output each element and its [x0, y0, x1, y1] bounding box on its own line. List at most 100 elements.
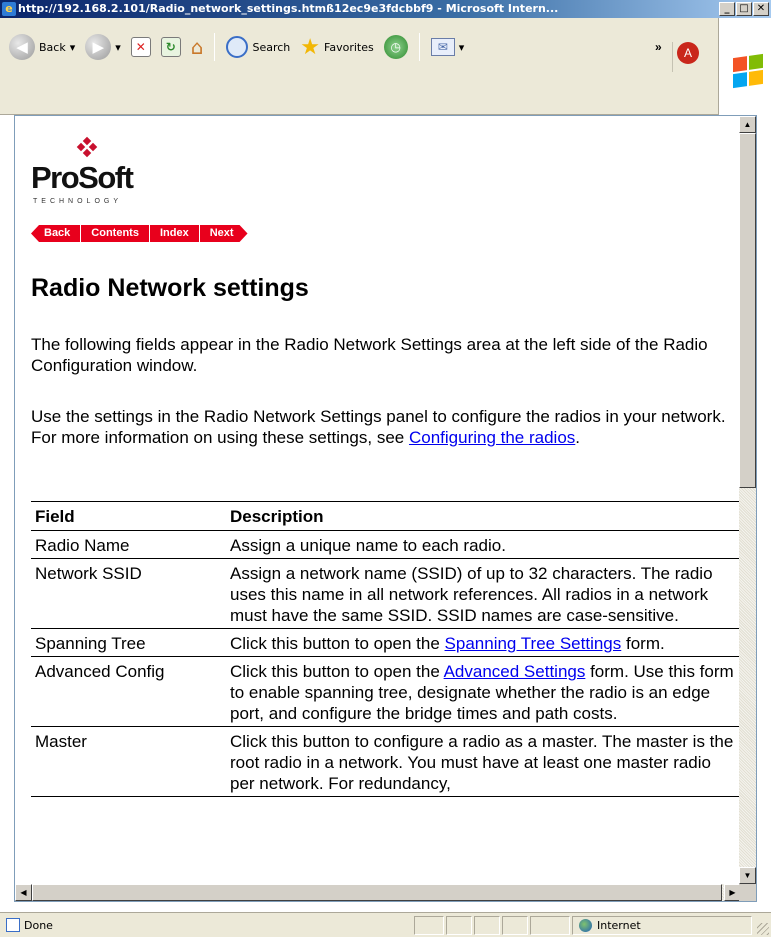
content-frame: ProSoft TECHNOLOGY Back Contents Index N… [14, 115, 757, 902]
back-button[interactable]: ◀ Back ▾ [6, 32, 78, 62]
forward-button[interactable]: ▶ ▾ [82, 32, 124, 62]
configuring-radios-link[interactable]: Configuring the radios [409, 428, 575, 447]
description-cell: Click this button to open the Spanning T… [226, 628, 741, 657]
dropdown-arrow-icon[interactable]: ▾ [70, 41, 76, 54]
stop-button[interactable]: ✕ [128, 35, 154, 59]
intro-paragraph: The following fields appear in the Radio… [31, 335, 708, 375]
search-label: Search [252, 40, 291, 54]
description-cell: Assign a network name (SSID) of up to 32… [226, 558, 741, 629]
scroll-up-button[interactable]: ▲ [739, 116, 756, 133]
back-label: Back [39, 40, 66, 54]
favorites-button[interactable]: ★ Favorites [297, 33, 376, 62]
logo-word: ProSoft [31, 160, 134, 195]
field-cell: Master [31, 726, 226, 797]
home-button[interactable]: ⌂ [188, 33, 207, 61]
security-zone[interactable]: Internet [572, 916, 752, 935]
usage-text: Use the settings in the Radio Network Se… [31, 407, 726, 447]
status-bar: Done Internet [0, 912, 771, 937]
windows-logo [718, 18, 771, 115]
history-icon: ◷ [383, 35, 408, 59]
prosoft-logo: ProSoft TECHNOLOGY [31, 136, 181, 208]
mail-icon: ✉ [430, 38, 455, 56]
nav-next-button[interactable]: Next [200, 225, 248, 242]
zone-label: Internet [597, 919, 641, 932]
description-text: form. [621, 634, 665, 653]
nav-contents-button[interactable]: Contents [81, 225, 150, 242]
window-title: http://192.168.2.101/Radio_network_setti… [18, 2, 559, 15]
internet-globe-icon [579, 919, 592, 932]
usage-paragraph: Use the settings in the Radio Network Se… [31, 406, 731, 448]
refresh-button[interactable]: ↻ [158, 35, 184, 59]
table-row: Spanning Tree Click this button to open … [31, 628, 741, 657]
search-icon [226, 36, 249, 58]
status-cell [414, 916, 444, 935]
status-cell [530, 916, 570, 935]
table-row: Advanced Config Click this button to ope… [31, 656, 741, 727]
ie-icon: e [2, 2, 16, 16]
spanning-tree-settings-link[interactable]: Spanning Tree Settings [445, 634, 622, 653]
toolbar-separator [418, 33, 420, 61]
search-button[interactable]: Search [223, 34, 293, 60]
status-cell [474, 916, 500, 935]
status-cell [502, 916, 528, 935]
status-text: Done [24, 918, 53, 932]
nav-index-button[interactable]: Index [149, 225, 200, 242]
logo-diamonds-icon [76, 136, 98, 160]
table-row: Network SSID Assign a network name (SSID… [31, 558, 741, 629]
description-text: Click this button to open the [230, 634, 445, 653]
mail-button[interactable]: ✉ ▾ [428, 36, 468, 58]
description-cell: Click this button to configure a radio a… [226, 726, 741, 797]
close-button[interactable]: ✕ [753, 2, 769, 16]
window-title-bar[interactable]: e http://192.168.2.101/Radio_network_set… [0, 0, 771, 18]
minimize-button[interactable]: _ [719, 2, 735, 16]
home-icon: ⌂ [190, 35, 204, 59]
toolbar-overflow-chevron[interactable]: » [655, 40, 662, 54]
help-nav: Back Contents Index Next [31, 225, 248, 242]
table-row: Radio Name Assign a unique name to each … [31, 530, 741, 559]
scroll-left-button[interactable]: ◀ [15, 884, 32, 901]
stop-icon: ✕ [130, 37, 151, 57]
usage-end: . [575, 428, 581, 447]
table-header-row: Field Description [31, 501, 741, 531]
fields-table: Field Description Radio Name Assign a un… [31, 501, 741, 797]
field-cell: Network SSID [31, 558, 226, 629]
description-text: Click this button to configure a radio a… [230, 732, 734, 793]
pdf-button[interactable]: A [672, 42, 706, 72]
scroll-down-button[interactable]: ▼ [739, 867, 756, 884]
description-cell: Click this button to open the Advanced S… [226, 656, 741, 727]
maximize-button[interactable]: □ [736, 2, 752, 16]
windows-flag-icon [733, 53, 763, 89]
header-field: Field [31, 501, 226, 531]
favorites-label: Favorites [324, 40, 374, 54]
favorites-star-icon: ★ [300, 34, 321, 60]
history-button[interactable]: ◷ [381, 33, 411, 61]
back-arrow-icon: ◀ [9, 34, 35, 60]
vertical-scrollbar[interactable]: ▲ ▼ [739, 116, 756, 884]
refresh-icon: ↻ [160, 37, 181, 57]
advanced-settings-link[interactable]: Advanced Settings [444, 662, 586, 681]
vertical-scroll-thumb[interactable] [739, 133, 756, 488]
page-icon [6, 918, 20, 932]
nav-back-button[interactable]: Back [31, 225, 82, 242]
description-text: Assign a network name (SSID) of up to 32… [230, 564, 713, 625]
toolbar: ◀ Back ▾ ▶ ▾ ✕ ↻ ⌂ Search ★ Favorites ◷ [0, 18, 771, 115]
description-text: Assign a unique name to each radio. [230, 536, 506, 555]
field-cell: Advanced Config [31, 656, 226, 727]
dropdown-arrow-icon[interactable]: ▾ [115, 41, 121, 54]
field-cell: Spanning Tree [31, 628, 226, 657]
table-row: Master Click this button to configure a … [31, 726, 741, 797]
forward-arrow-icon: ▶ [85, 34, 112, 60]
resize-grip[interactable] [757, 923, 769, 935]
acrobat-icon: A [677, 42, 699, 64]
horizontal-scrollbar[interactable]: ◀ ▶ [15, 884, 741, 901]
page-title: Radio Network settings [31, 274, 309, 302]
toolbar-buttons: ◀ Back ▾ ▶ ▾ ✕ ↻ ⌂ Search ★ Favorites ◷ [6, 28, 467, 66]
header-description: Description [226, 501, 741, 531]
horizontal-scroll-thumb[interactable] [32, 884, 722, 901]
field-cell: Radio Name [31, 530, 226, 559]
dropdown-arrow-icon[interactable]: ▾ [459, 41, 465, 54]
page-content: ProSoft TECHNOLOGY Back Contents Index N… [15, 116, 741, 884]
logo-subtitle: TECHNOLOGY [33, 198, 123, 205]
scrollbar-corner [739, 884, 756, 901]
toolbar-separator [214, 33, 216, 61]
